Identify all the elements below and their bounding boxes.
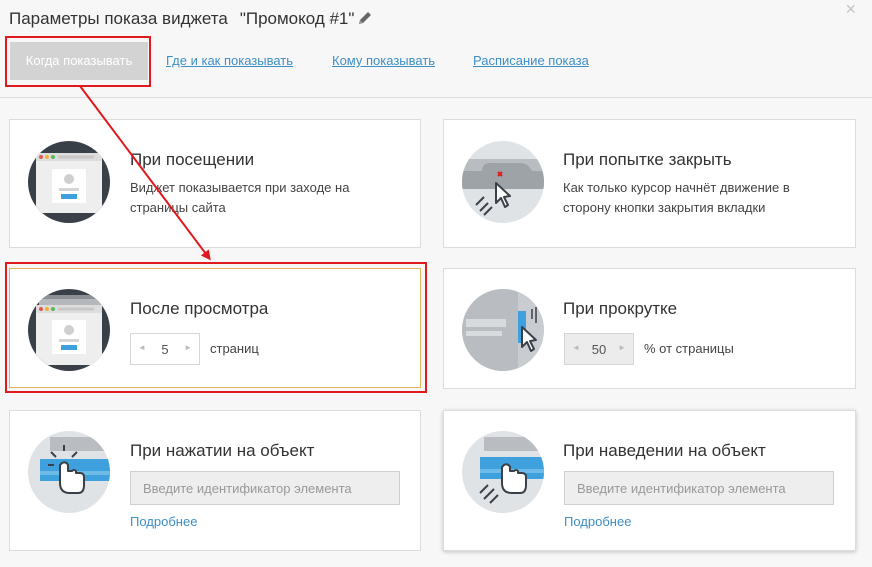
stepper-unit: % от страницы	[644, 341, 734, 356]
tab-bar: Когда показывать Где и как показывать Ко…	[0, 36, 872, 98]
tab-audience[interactable]: Кому показывать	[332, 53, 435, 68]
option-card-scroll[interactable]: При прокрутке ◄ 50 ► % от страницы	[443, 268, 856, 389]
more-link[interactable]: Подробнее	[130, 514, 197, 529]
hover-element-icon	[462, 431, 544, 513]
browser-page-icon	[28, 141, 110, 223]
highlight-frame-tab	[5, 36, 151, 87]
option-card-after-view[interactable]: После просмотра ◄ 5 ► страниц	[9, 268, 421, 388]
card-description: Как только курсор начнёт движение в стор…	[563, 180, 790, 215]
element-id-input[interactable]: Введите идентификатор элемента	[564, 471, 834, 505]
card-title: При нажатии на объект	[130, 441, 315, 460]
option-card-hover[interactable]: При наведении на объект Введите идентифи…	[443, 410, 856, 551]
tab-schedule[interactable]: Расписание показа	[473, 53, 589, 68]
card-title: При прокрутке	[563, 299, 678, 318]
card-title: После просмотра	[130, 299, 269, 318]
card-title: При посещении	[130, 150, 255, 169]
increment-arrow-icon[interactable]: ►	[618, 343, 626, 352]
widget-name: "Промокод #1"	[239, 9, 355, 28]
card-description: Виджет показывается при заходе на страни…	[130, 180, 350, 215]
more-link[interactable]: Подробнее	[564, 514, 631, 529]
click-element-icon	[28, 431, 110, 513]
page-title: Параметры показа виджета "Промокод #1"	[9, 9, 373, 29]
tab-where-and-how[interactable]: Где и как показывать	[166, 53, 293, 68]
option-card-close-attempt[interactable]: При попытке закрыть Как только курсор на…	[443, 119, 856, 248]
element-id-input[interactable]: Введите идентификатор элемента	[130, 471, 400, 505]
option-card-click[interactable]: При нажатии на объект Введите идентифика…	[9, 410, 421, 551]
pencil-icon[interactable]	[357, 10, 373, 26]
title-text: Параметры показа виджета	[9, 9, 228, 28]
header: Параметры показа виджета "Промокод #1" ×	[0, 0, 872, 36]
close-icon[interactable]: ×	[845, 0, 856, 18]
card-title: При попытке закрыть	[563, 150, 732, 169]
option-card-visit[interactable]: При посещении Виджет показывается при за…	[9, 119, 421, 248]
pages-stepper[interactable]: ◄ 5 ►	[130, 333, 200, 365]
cursor-close-tab-icon	[462, 141, 544, 223]
stepper-unit: страниц	[210, 341, 259, 356]
card-title: При наведении на объект	[563, 441, 766, 460]
increment-arrow-icon[interactable]: ►	[184, 343, 192, 352]
scroll-percent-stepper[interactable]: ◄ 50 ►	[564, 333, 634, 365]
browser-pages-stack-icon	[28, 289, 110, 371]
scroll-page-icon	[462, 289, 544, 371]
